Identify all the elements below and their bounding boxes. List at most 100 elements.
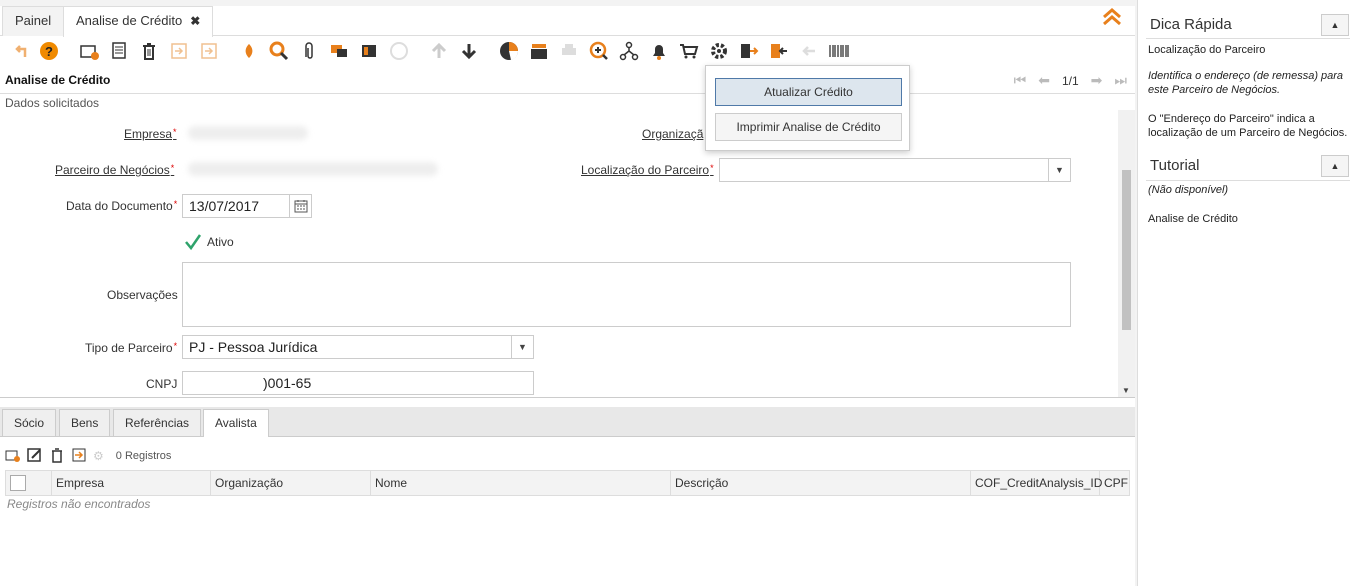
first-record-icon[interactable]: ⏮ [1014, 72, 1027, 89]
field-value: PJ - Pessoa Jurídica [189, 339, 318, 355]
delete-icon[interactable] [138, 40, 160, 62]
column-credit-analysis-id[interactable]: COF_CreditAnalysis_ID [971, 471, 1102, 495]
tutorial-window-name: Analise de Crédito [1148, 213, 1238, 225]
empresa-label[interactable]: Empresa* [124, 127, 177, 141]
form-fields: Empresa* Organizaçã Parceiro de Negócios… [0, 110, 1135, 397]
print-icon[interactable] [558, 40, 580, 62]
workflow-icon[interactable] [618, 40, 640, 62]
tab-analise-credito[interactable]: Analise de Crédito ✖ [63, 6, 214, 37]
tab-bens[interactable]: Bens [59, 409, 111, 437]
delete-row-icon[interactable] [49, 447, 65, 466]
column-nome[interactable]: Nome [371, 471, 671, 495]
required-marker: * [170, 163, 175, 173]
next-record-icon[interactable] [458, 40, 480, 62]
organizacao-label[interactable]: Organizaçã [642, 127, 703, 141]
chevron-down-icon[interactable]: ▼ [511, 336, 533, 358]
barcode-icon[interactable] [828, 40, 850, 62]
chat-icon[interactable] [328, 40, 350, 62]
label-text: Empresa [124, 127, 173, 141]
last-record-icon[interactable]: ⏭ [1114, 72, 1127, 89]
find-icon[interactable] [268, 40, 290, 62]
column-cpf[interactable]: CPF [1100, 471, 1130, 495]
attachment-icon[interactable] [298, 40, 320, 62]
form-scrollbar[interactable]: ▼ [1118, 110, 1135, 397]
cnpj-field[interactable]: )001-65 [182, 371, 534, 395]
tipo-parceiro-label: Tipo de Parceiro* [85, 341, 177, 355]
divider [1146, 180, 1350, 181]
main-toolbar: ? [0, 36, 1135, 66]
divider [1146, 38, 1350, 39]
tab-label: Analise de Crédito [76, 13, 183, 28]
notification-bell-icon[interactable] [648, 40, 670, 62]
cart-icon[interactable] [678, 40, 700, 62]
report-icon[interactable] [498, 40, 520, 62]
print-credit-analysis-menu-item[interactable]: Imprimir Analise de Crédito [715, 113, 902, 141]
app-window: Painel Analise de Crédito ✖ ? Analise de… [0, 0, 1366, 586]
help-icon[interactable]: ? [38, 40, 60, 62]
collapse-header-icon[interactable] [1101, 8, 1123, 31]
tab-painel[interactable]: Painel [2, 6, 65, 36]
detail-toolbar: ⚙ 0 Registros [5, 445, 171, 467]
localizacao-select[interactable]: ▼ [719, 158, 1071, 182]
section-label: Dados solicitados [5, 96, 100, 110]
select-all-checkbox[interactable] [6, 471, 52, 495]
calendar-icon[interactable] [289, 195, 311, 217]
collapse-tutorial-icon[interactable]: ▲ [1321, 155, 1349, 177]
quick-tip-field: Localização do Parceiro [1148, 44, 1266, 56]
prev-record-arrow-icon[interactable]: ⬅ [1038, 72, 1050, 89]
tutorial-title: Tutorial [1150, 157, 1200, 174]
localizacao-label[interactable]: Localização do Parceiro* [581, 163, 714, 177]
zoom-across-icon[interactable] [588, 40, 610, 62]
next-record-arrow-icon[interactable]: ➡ [1091, 72, 1103, 89]
parceiro-label[interactable]: Parceiro de Negócios* [55, 163, 174, 177]
panel-splitter[interactable] [0, 397, 1135, 407]
save-row-icon[interactable] [71, 447, 87, 466]
tab-avalista[interactable]: Avalista [203, 409, 269, 438]
archive-icon[interactable] [388, 40, 410, 62]
form-header: Analise de Crédito ⏮ ⬅ 1/1 ➡ ⏭ [0, 66, 1135, 94]
data-documento-field[interactable]: 13/07/2017 [182, 194, 312, 218]
ativo-checkbox[interactable] [184, 233, 202, 251]
undo-icon[interactable] [10, 40, 32, 62]
column-empresa[interactable]: Empresa [52, 471, 211, 495]
label-text: Localização do Parceiro [581, 163, 710, 177]
history-icon[interactable] [358, 40, 380, 62]
new-record-icon[interactable] [78, 40, 100, 62]
scrollbar-thumb[interactable] [1122, 170, 1131, 330]
process-popup-menu: Atualizar Crédito Imprimir Analise de Cr… [705, 65, 910, 151]
grid-header: Empresa Organização Nome Descrição COF_C… [5, 470, 1130, 496]
required-marker: * [710, 163, 714, 173]
settings-gear-icon[interactable]: ⚙ [93, 449, 104, 463]
edit-row-icon[interactable] [27, 447, 43, 466]
collapse-quick-tip-icon[interactable]: ▲ [1321, 14, 1349, 36]
tutorial-status: (Não disponível) [1148, 184, 1229, 196]
export-icon[interactable] [738, 40, 760, 62]
previous-record-icon[interactable] [428, 40, 450, 62]
archived-docs-icon[interactable] [528, 40, 550, 62]
tab-referencias[interactable]: Referências [113, 409, 202, 437]
empty-grid-message: Registros não encontrados [7, 497, 151, 511]
process-gear-icon[interactable] [708, 40, 730, 62]
update-credit-menu-item[interactable]: Atualizar Crédito [715, 78, 902, 106]
observacoes-textarea[interactable] [182, 262, 1071, 327]
svg-text:?: ? [45, 44, 53, 59]
import-icon[interactable] [768, 40, 790, 62]
new-row-icon[interactable] [5, 447, 21, 466]
save-icon[interactable] [168, 40, 190, 62]
data-documento-label: Data do Documento* [66, 199, 177, 213]
chevron-down-icon[interactable]: ▼ [1048, 159, 1070, 181]
tipo-parceiro-select[interactable]: PJ - Pessoa Jurídica ▼ [182, 335, 534, 359]
ativo-label: Ativo [207, 235, 234, 249]
record-count: 0 Registros [115, 450, 172, 462]
scroll-down-icon[interactable]: ▼ [1122, 386, 1130, 395]
quick-tip-description: Identifica o endereço (de remessa) para … [1148, 70, 1344, 96]
back-icon[interactable] [798, 40, 820, 62]
column-descricao[interactable]: Descrição [671, 471, 971, 495]
copy-record-icon[interactable] [108, 40, 130, 62]
refresh-icon[interactable] [238, 40, 260, 62]
save-new-icon[interactable] [198, 40, 220, 62]
tab-socio[interactable]: Sócio [2, 409, 57, 437]
cnpj-label: CNPJ [146, 377, 178, 391]
column-organizacao[interactable]: Organização [211, 471, 371, 495]
close-tab-icon[interactable]: ✖ [190, 14, 200, 28]
